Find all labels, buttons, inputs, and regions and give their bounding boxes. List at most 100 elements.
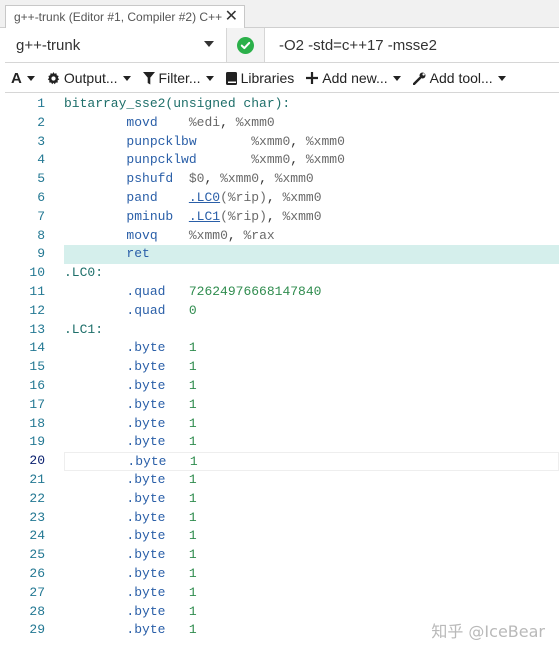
compile-status[interactable] [227,28,265,62]
libraries-button[interactable]: Libraries [220,64,301,93]
code-line[interactable]: .byte 1 [64,527,559,546]
code-line[interactable]: .byte 1 [64,546,559,565]
code-line[interactable]: .byte 1 [64,339,559,358]
code-token-reg: %rax [243,227,275,243]
code-token-num: 1 [188,378,197,393]
code-token-reg: %xmm0 [305,152,345,168]
add-new-button[interactable]: Add new... [300,64,406,93]
font-size-button[interactable]: A [5,64,41,93]
chevron-down-icon [497,75,506,81]
code-token-num: 1 [188,396,197,412]
filter-label: Filter... [158,70,201,86]
code-line[interactable]: .byte 1 [64,415,559,434]
output-label: Output... [63,70,118,86]
code-token-directive: .quad [126,284,166,299]
code-token-num: 1 [188,528,197,544]
add-tool-button[interactable]: Add tool... [407,64,512,93]
output-button[interactable]: Output... [41,64,137,93]
code-line[interactable]: .quad 72624976668147840 [64,283,559,302]
line-number: 17 [29,396,45,412]
filter-button[interactable]: Filter... [137,64,220,93]
line-number: 24 [29,528,45,544]
code-token-num: 1 [188,566,197,581]
code-line[interactable]: .LC0: [64,264,559,283]
code-line[interactable]: .quad 0 [64,302,559,321]
code-line[interactable]: .byte 1 [64,377,559,396]
code-token-num: 1 [189,454,198,470]
compiler-bar: g++-trunk [5,28,559,63]
code-line[interactable]: movd %edi, %xmm0 [64,114,559,133]
code-token-plain: , [290,152,306,168]
close-icon[interactable]: ✕ [225,8,238,26]
code-line[interactable]: ret [64,245,559,265]
libraries-label: Libraries [240,70,295,86]
code-token-directive: .byte [126,547,166,563]
line-number: 21 [29,472,45,487]
code-token-directive: .byte [126,622,166,638]
code-token-instr: movd [126,114,158,130]
compiler-select[interactable]: g++-trunk [5,28,227,62]
code-line[interactable]: movq %xmm0, %rax [64,227,559,246]
code-token-plain: , [266,190,283,205]
code-token-label: .LC1: [64,321,104,337]
code-token-directive: .byte [126,603,166,619]
code-line[interactable]: .byte 1 [64,358,559,377]
code-line[interactable]: punpcklbw %xmm0, %xmm0 [64,133,559,152]
code-line[interactable]: .byte 1 [64,584,559,603]
line-number: 20 [29,453,45,469]
assembly-output[interactable]: 1 bitarray_sse2(unsigned char): 2 movd %ed… [5,94,559,656]
code-token-reg: %xmm0 [251,152,291,168]
code-line[interactable]: .byte 1 [64,509,559,528]
line-number: 22 [29,490,45,506]
code-line[interactable]: pminub .LC1(%rip), %xmm0 [64,208,559,227]
line-number: 2 [37,114,45,130]
code-line[interactable]: .byte 1 [64,433,559,452]
code-line[interactable]: punpcklwd %xmm0, %xmm0 [64,151,559,170]
code-token-reg: %xmm0 [220,171,260,187]
compiler-tab[interactable]: g++-trunk (Editor #1, Compiler #2) C++ ✕ [5,5,245,28]
code-line[interactable]: .byte 1 [64,471,559,490]
code-token-reg: (%rip) [220,208,267,224]
compiler-options-input[interactable] [267,28,559,62]
code-token-directive: .byte [126,378,166,393]
line-number: 25 [29,547,45,563]
code-token-num: 1 [188,622,197,638]
code-line[interactable]: pand .LC0(%rip), %xmm0 [64,189,559,208]
code-token-plain: , [290,133,306,149]
code-line[interactable]: pshufd $0, %xmm0, %xmm0 [64,170,559,189]
code-line[interactable]: .byte 1 [64,452,559,471]
code-token-plain: , [227,227,244,243]
code-line[interactable]: .byte 1 [64,490,559,509]
code-token-plain: , [220,114,236,130]
line-number: 27 [29,584,45,600]
line-number: 28 [29,603,45,619]
code-token-directive: .byte [127,454,167,470]
code-line[interactable]: .byte 1 [64,396,559,415]
code-token-reg: %xmm0 [251,133,291,149]
code-token-link[interactable]: .LC0 [189,190,220,205]
line-number: 5 [37,171,45,187]
code-line[interactable]: bitarray_sse2(unsigned char): [64,95,559,114]
code-token-link[interactable]: .LC1 [189,209,220,224]
code-line[interactable]: .byte 1 [64,565,559,584]
code-token-num: 1 [188,415,197,431]
code-token-directive: .byte [126,490,166,506]
code-token-directive: .byte [126,584,166,600]
code-token-directive: .byte [126,415,166,431]
code-line[interactable]: .LC1: [64,321,559,340]
watermark: 知乎 @IceBear [431,622,545,641]
